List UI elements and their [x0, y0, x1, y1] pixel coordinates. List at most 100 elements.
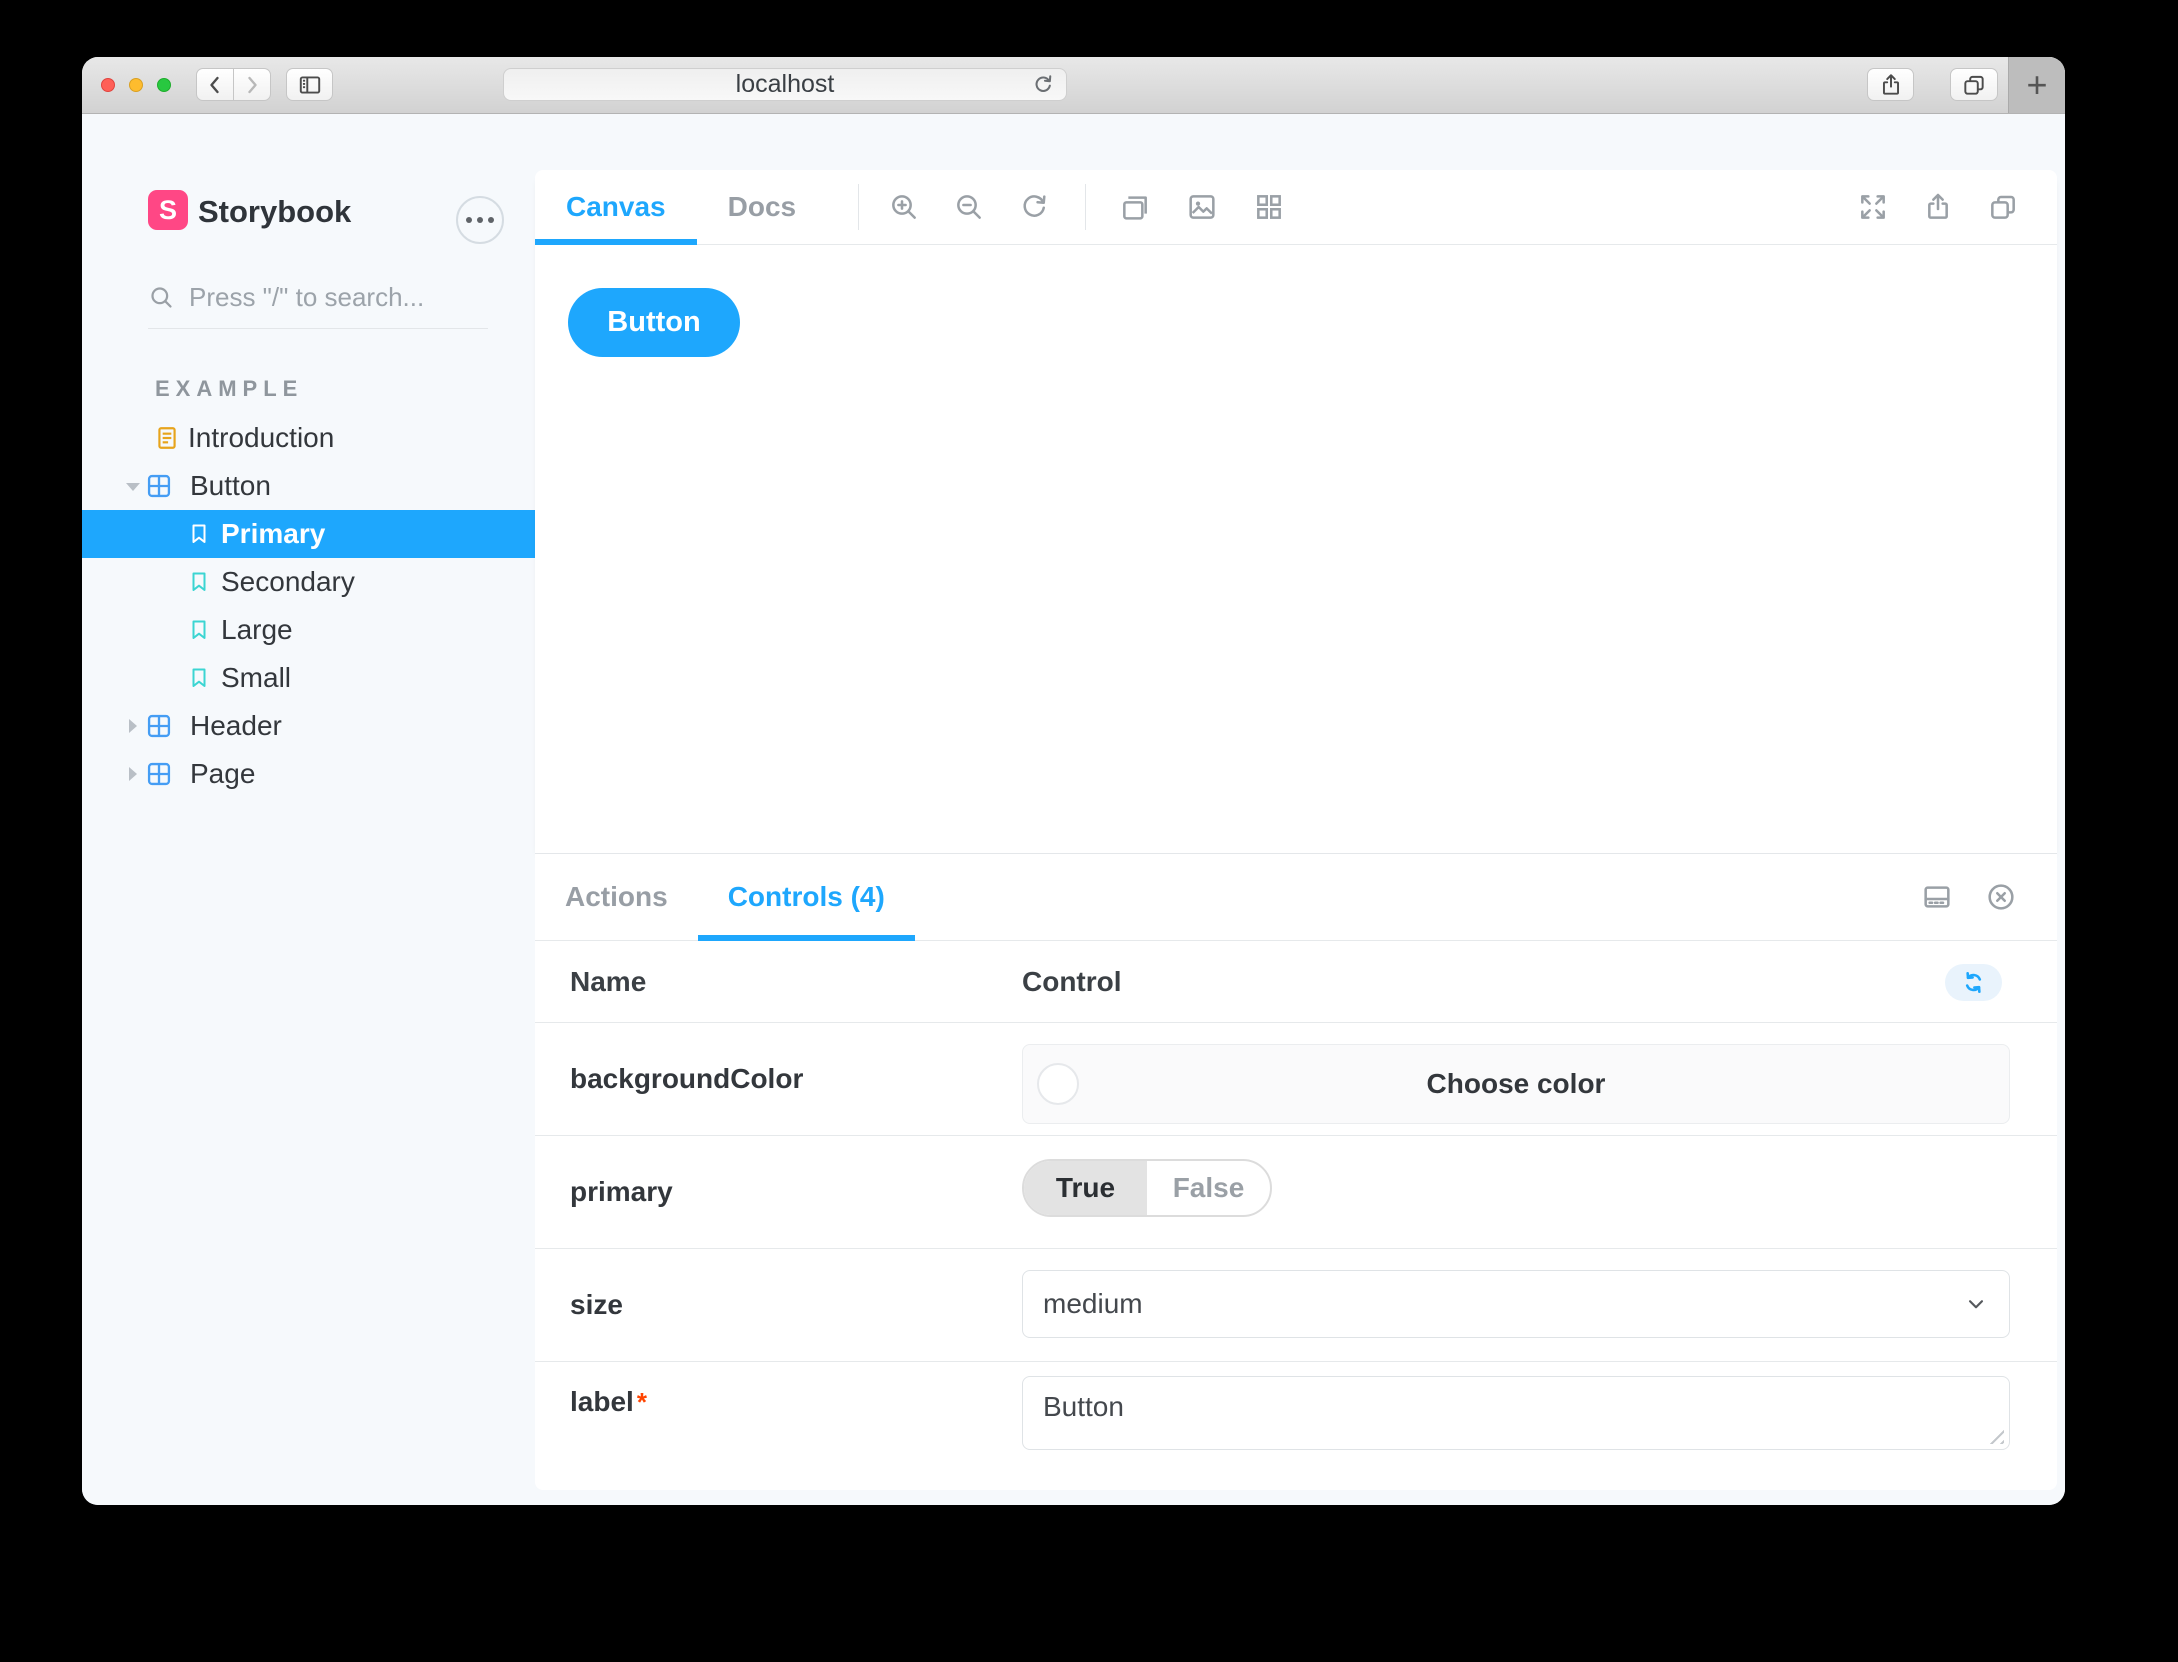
sidebar-menu-button[interactable]: [456, 196, 504, 244]
viewport-button[interactable]: [1118, 190, 1152, 224]
control-row-size: size medium: [535, 1249, 2057, 1362]
tab-actions[interactable]: Actions: [535, 854, 698, 940]
tab-canvas[interactable]: Canvas: [535, 170, 697, 245]
ellipsis-icon: [466, 217, 472, 223]
search-icon: [151, 286, 172, 308]
bookmark-icon: [192, 620, 206, 639]
item-label: Header: [190, 710, 282, 741]
label-textarea-value: Button: [1043, 1391, 1124, 1422]
component-icon: [147, 714, 171, 738]
share-icon: [1882, 73, 1899, 95]
sidebar-item-header[interactable]: Header: [82, 702, 535, 750]
viewport-icon: [1123, 196, 1147, 220]
controls-table-header: Name Control: [535, 941, 2057, 1023]
show-tabs-button[interactable]: [1950, 68, 1998, 101]
item-label: Large: [221, 614, 293, 645]
bookmark-icon: [192, 572, 206, 591]
column-header-name: Name: [570, 966, 647, 997]
share-button[interactable]: [1867, 68, 1914, 101]
choose-color-label: Choose color: [1426, 1068, 1606, 1099]
back-button[interactable]: [196, 68, 234, 101]
background-button[interactable]: [1185, 190, 1219, 224]
size-select[interactable]: medium: [1022, 1270, 2010, 1338]
sidebar-item-secondary[interactable]: Secondary: [82, 558, 535, 606]
sidebar-item-button[interactable]: Button: [82, 462, 535, 510]
toggle-false-option[interactable]: False: [1147, 1161, 1270, 1215]
sidebar-toggle-button[interactable]: [286, 68, 333, 101]
tab-docs[interactable]: Docs: [697, 170, 827, 244]
zoom-window-button[interactable]: [157, 78, 171, 92]
reload-button[interactable]: [1030, 72, 1056, 98]
panel-tabbar: Actions Controls (4): [535, 854, 2057, 941]
size-select-value: medium: [1043, 1288, 1143, 1319]
canvas-right-tools: [1856, 170, 2020, 244]
toolbar-divider: [858, 184, 859, 230]
arg-name: primary: [570, 1176, 673, 1207]
item-label: Introduction: [188, 422, 335, 453]
canvas-tabbar: Canvas Docs: [535, 170, 2057, 245]
close-window-button[interactable]: [101, 78, 115, 92]
zoom-in-icon: [892, 195, 916, 219]
url-field[interactable]: localhost: [503, 68, 1067, 101]
tab-controls[interactable]: Controls (4): [697, 854, 915, 941]
canvas-card: Canvas Docs Button: [535, 170, 2057, 853]
zoom-reset-icon: [1023, 195, 1046, 217]
component-icon: [147, 474, 171, 498]
grid-icon: [1257, 195, 1281, 219]
url-text: localhost: [735, 70, 835, 98]
close-panel-button[interactable]: [1984, 880, 2018, 914]
fullscreen-button[interactable]: [1856, 190, 1890, 224]
addons-panel: Actions Controls (4) Name Control backgr…: [535, 853, 2057, 1490]
caret-right-icon[interactable]: [129, 719, 137, 733]
screenshot-stage: localhost + S Storybook Press "/" to sea…: [0, 0, 2178, 1662]
arg-name: backgroundColor: [570, 1063, 804, 1094]
sidebar-item-page[interactable]: Page: [82, 750, 535, 798]
sidebar-item-introduction[interactable]: Introduction: [82, 414, 535, 462]
new-tab-button[interactable]: +: [2008, 57, 2065, 113]
copy-link-button[interactable]: [1986, 190, 2020, 224]
forward-button[interactable]: [233, 68, 271, 101]
bookmark-icon: [192, 668, 206, 687]
label-textarea[interactable]: Button: [1022, 1376, 2010, 1450]
required-asterisk: *: [636, 1387, 647, 1417]
refresh-icon: [1965, 971, 1982, 994]
open-external-icon: [1928, 193, 1948, 219]
grid-button[interactable]: [1252, 190, 1286, 224]
minimize-window-button[interactable]: [129, 78, 143, 92]
choose-color-button[interactable]: Choose color: [1022, 1044, 2010, 1124]
brand-title[interactable]: Storybook: [198, 194, 351, 230]
resize-grip-icon[interactable]: [1987, 1427, 2004, 1444]
sidebar-item-primary[interactable]: Primary: [82, 510, 535, 558]
bookmark-icon: [192, 524, 206, 543]
arg-name: size: [570, 1289, 623, 1320]
browser-toolbar: localhost +: [82, 57, 2065, 114]
document-icon: [158, 427, 176, 449]
panel-position-button[interactable]: [1920, 880, 1954, 914]
boolean-toggle: True False: [1022, 1159, 1272, 1217]
column-header-control: Control: [1022, 966, 1122, 997]
zoom-out-button[interactable]: [952, 190, 986, 224]
storybook-logo[interactable]: S: [148, 190, 188, 230]
zoom-in-button[interactable]: [887, 190, 921, 224]
panel-tools: [1920, 854, 2018, 940]
fullscreen-icon: [1861, 195, 1885, 219]
caret-right-icon[interactable]: [129, 767, 137, 781]
component-icon: [147, 762, 171, 786]
zoom-reset-button[interactable]: [1017, 190, 1051, 224]
item-label: Small: [221, 662, 292, 693]
toggle-true-option[interactable]: True: [1024, 1161, 1147, 1215]
preview-button-component[interactable]: Button: [568, 288, 740, 357]
reset-controls-button[interactable]: [1945, 964, 2002, 1001]
open-external-button[interactable]: [1921, 190, 1955, 224]
background-image-icon: [1189, 195, 1215, 219]
search-input[interactable]: Press "/" to search...: [148, 266, 488, 329]
sidebar-item-large[interactable]: Large: [82, 606, 535, 654]
zoom-tools: [887, 170, 1051, 244]
browser-window: localhost + S Storybook Press "/" to sea…: [82, 57, 2065, 1505]
sidebar-item-small[interactable]: Small: [82, 654, 535, 702]
caret-down-icon[interactable]: [126, 483, 140, 491]
control-row-label: label * Button: [535, 1362, 2057, 1496]
chevron-left-icon: [210, 76, 219, 93]
zoom-out-icon: [957, 195, 981, 219]
chevron-right-icon: [248, 76, 257, 93]
